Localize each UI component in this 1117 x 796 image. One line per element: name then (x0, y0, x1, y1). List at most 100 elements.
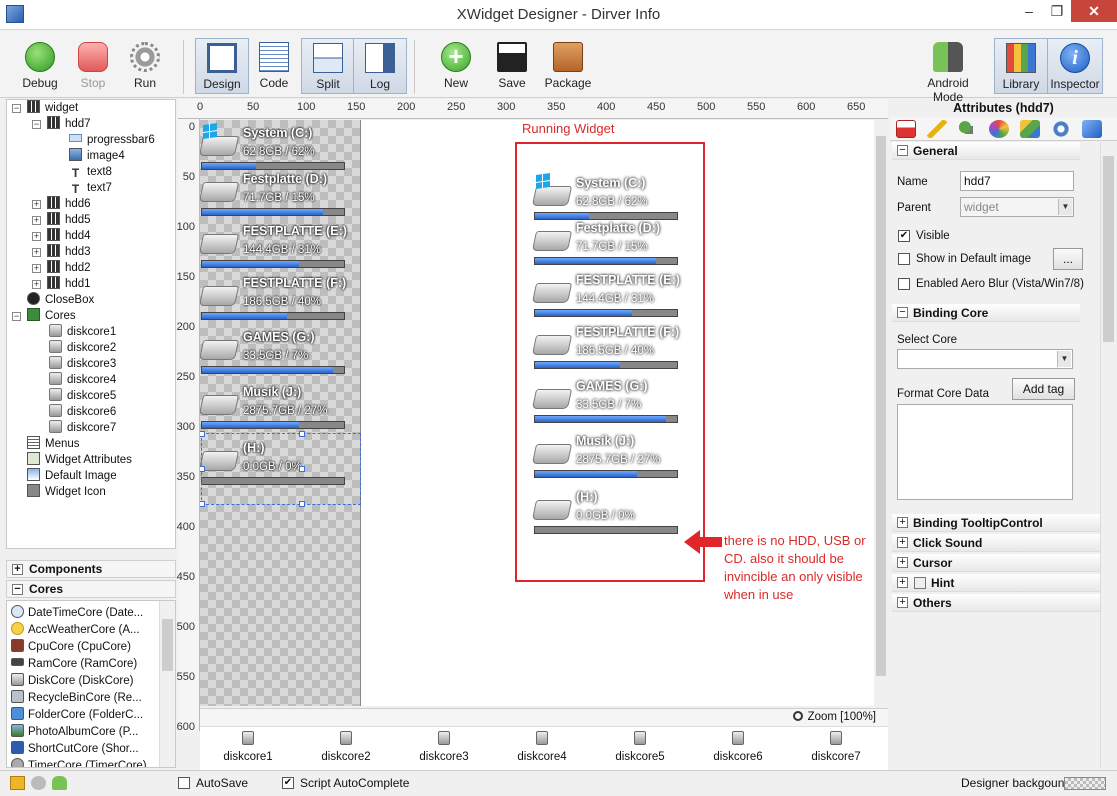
minimize-button[interactable]: – (1015, 0, 1043, 22)
tree-node-widget-icon[interactable]: Widget Icon (27, 484, 106, 500)
core-item[interactable]: DateTimeCore (Date... (11, 605, 143, 622)
android-mode-button[interactable]: Android Mode (912, 38, 984, 104)
tree-node-hdd3[interactable]: hdd3 (47, 244, 91, 260)
tree-expand-hdd2[interactable]: + (32, 264, 41, 273)
tree-node-hdd2[interactable]: hdd2 (47, 260, 91, 276)
core-chip[interactable]: diskcore4 (507, 731, 577, 763)
selection-box[interactable] (201, 433, 361, 505)
tree-expand-hdd1[interactable]: + (32, 280, 41, 289)
inspector-button[interactable]: i Inspector (1047, 38, 1103, 94)
tree-node-default-image[interactable]: Default Image (27, 468, 117, 484)
core-item[interactable]: AccWeatherCore (A... (11, 622, 140, 639)
tree-node-diskcore2[interactable]: diskcore2 (49, 340, 116, 356)
tree-node-widget[interactable]: widget (27, 100, 78, 116)
tree-expand-hdd6[interactable]: + (32, 200, 41, 209)
parent-select[interactable]: widget ▼ (960, 197, 1074, 217)
gear-icon[interactable] (1051, 120, 1071, 138)
core-item[interactable]: DiskCore (DiskCore) (11, 673, 133, 690)
tree-node-diskcore5[interactable]: diskcore5 (49, 388, 116, 404)
canvas-scrollbar[interactable] (874, 120, 888, 706)
tree-node-hdd5[interactable]: hdd5 (47, 212, 91, 228)
tree-collapse-cores[interactable]: − (12, 312, 21, 321)
script-autocomplete-checkbox[interactable]: ✔ (282, 777, 294, 789)
resize-handle[interactable] (299, 466, 305, 472)
resize-handle[interactable] (200, 431, 205, 437)
tree-node-progressbar6[interactable]: progressbar6 (69, 132, 155, 148)
tree-expand-hdd5[interactable]: + (32, 216, 41, 225)
run-button[interactable]: Run (118, 38, 172, 94)
android-icon[interactable] (52, 776, 67, 790)
core-item[interactable]: PhotoAlbumCore (P... (11, 724, 138, 741)
cube-icon[interactable] (1020, 120, 1040, 138)
scrollbar-thumb[interactable] (162, 619, 173, 671)
more-options-button[interactable]: ... (1053, 248, 1083, 270)
core-item[interactable]: TimerCore (TimerCore) (11, 758, 147, 767)
calendar-icon[interactable] (896, 120, 916, 138)
tree-node-text7[interactable]: Ttext7 (69, 180, 112, 196)
click-sound-group-header[interactable]: + Click Sound (892, 534, 1100, 552)
library-button[interactable]: Library (994, 38, 1048, 94)
stop-button[interactable]: Stop (66, 38, 120, 94)
tree-collapse-widget[interactable]: − (12, 104, 21, 113)
tree-node-diskcore7[interactable]: diskcore7 (49, 420, 116, 436)
others-group-header[interactable]: + Others (892, 594, 1100, 612)
design-button[interactable]: Design (195, 38, 249, 94)
new-button[interactable]: + New (429, 38, 483, 94)
visible-checkbox[interactable]: ✔ (898, 230, 910, 242)
split-button[interactable]: Split (301, 38, 355, 94)
tree-collapse-hdd7[interactable]: − (32, 120, 41, 129)
components-section-header[interactable]: + Components (6, 560, 176, 578)
tree-node-diskcore4[interactable]: diskcore4 (49, 372, 116, 388)
core-chip[interactable]: diskcore7 (801, 731, 871, 763)
resize-handle[interactable] (299, 501, 305, 507)
core-item[interactable]: FolderCore (FolderC... (11, 707, 143, 724)
binding-core-group-header[interactable]: − Binding Core (892, 304, 1080, 322)
cores-scrollbar[interactable] (159, 601, 175, 767)
close-button[interactable]: ✕ (1071, 0, 1117, 22)
package-button[interactable]: Package (541, 38, 595, 94)
maximize-button[interactable]: ❐ (1043, 0, 1071, 22)
core-chip[interactable]: diskcore2 (311, 731, 381, 763)
color-wheel-icon[interactable] (989, 120, 1009, 138)
save-button[interactable]: Save (485, 38, 539, 94)
tree-node-hdd4[interactable]: hdd4 (47, 228, 91, 244)
design-canvas[interactable]: Running Widget there is no HDD, USB or C… (200, 120, 874, 706)
cursor-group-header[interactable]: + Cursor (892, 554, 1100, 572)
select-core-dropdown[interactable]: ▼ (897, 349, 1073, 369)
resize-handle[interactable] (200, 466, 205, 472)
general-group-header[interactable]: − General (892, 142, 1080, 160)
tree-node-cores[interactable]: Cores (27, 308, 76, 324)
core-item[interactable]: RamCore (RamCore) (11, 656, 137, 673)
core-chip[interactable]: diskcore5 (605, 731, 675, 763)
binding-tooltip-group-header[interactable]: + Binding TooltipControl (892, 514, 1100, 532)
aero-blur-checkbox[interactable] (898, 278, 910, 290)
tree-node-image4[interactable]: image4 (69, 148, 125, 164)
autosave-checkbox[interactable] (178, 777, 190, 789)
core-item[interactable]: CpuCore (CpuCore) (11, 639, 131, 656)
core-chip[interactable]: diskcore1 (213, 731, 283, 763)
tree-node-diskcore1[interactable]: diskcore1 (49, 324, 116, 340)
show-default-checkbox[interactable] (898, 253, 910, 265)
ruler-icon[interactable] (927, 120, 947, 138)
core-chip[interactable]: diskcore6 (703, 731, 773, 763)
resize-handle[interactable] (299, 431, 305, 437)
name-field[interactable]: hdd7 (960, 171, 1074, 191)
designer-background-swatch[interactable] (1064, 777, 1106, 790)
tree-expand-hdd3[interactable]: + (32, 248, 41, 257)
tree-node-hdd7[interactable]: hdd7 (47, 116, 91, 132)
code-button[interactable]: Code (247, 38, 301, 94)
tree-node-widget-attributes[interactable]: Widget Attributes (27, 452, 132, 468)
tree-node-hdd1[interactable]: hdd1 (47, 276, 91, 292)
add-tag-button[interactable]: Add tag (1012, 378, 1075, 400)
scrollbar-thumb[interactable] (1103, 156, 1114, 342)
tree-node-hdd6[interactable]: hdd6 (47, 196, 91, 212)
core-chip[interactable]: diskcore3 (409, 731, 479, 763)
folder-icon[interactable] (10, 776, 25, 790)
log-button[interactable]: Log (353, 38, 407, 94)
core-item[interactable]: RecycleBinCore (Re... (11, 690, 142, 707)
format-core-data-textarea[interactable] (897, 404, 1073, 500)
tree-node-diskcore3[interactable]: diskcore3 (49, 356, 116, 372)
tree-node-menus[interactable]: Menus (27, 436, 80, 452)
zoom-control[interactable]: Zoom [100%] (792, 711, 876, 723)
tree-node-closebox[interactable]: CloseBox (27, 292, 94, 308)
